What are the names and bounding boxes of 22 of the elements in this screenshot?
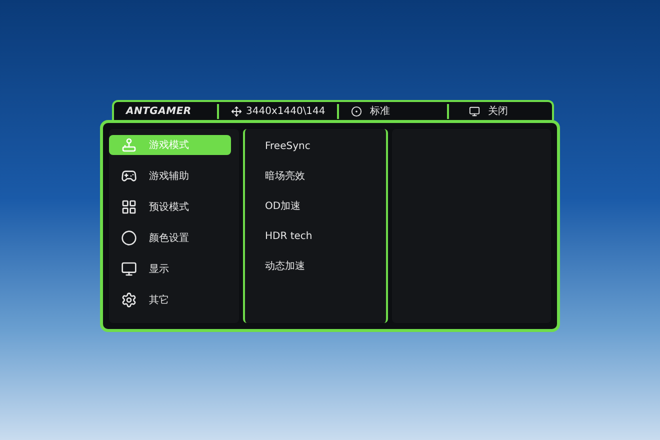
submenu-item[interactable]: HDR tech xyxy=(265,229,386,245)
crosshair-icon xyxy=(231,106,242,116)
target-icon xyxy=(351,106,362,116)
joystick-icon xyxy=(121,137,137,153)
settings-icon xyxy=(121,292,137,308)
resolution-text: 3440x1440\144 xyxy=(246,104,326,118)
menu-item[interactable]: 游戏辅助 xyxy=(109,166,231,186)
submenu-item[interactable]: OD加速 xyxy=(265,199,386,215)
monitor-icon xyxy=(469,106,480,116)
gamepad-icon xyxy=(121,168,137,184)
menu-item[interactable]: 其它 xyxy=(109,290,231,310)
grid-icon xyxy=(121,199,137,215)
submenu-item[interactable]: FreeSync xyxy=(265,139,386,155)
menu-item[interactable]: 预设模式 xyxy=(109,197,231,217)
setting-text: 关闭 xyxy=(488,104,508,118)
monitor-icon xyxy=(121,261,137,277)
submenu-item[interactable]: 动态加速 xyxy=(265,259,386,275)
circle-icon xyxy=(121,230,137,246)
menu-item[interactable]: 显示 xyxy=(109,259,231,279)
submenu-item[interactable]: 暗场亮效 xyxy=(265,169,386,185)
menu-item[interactable]: 颜色设置 xyxy=(109,228,231,248)
mode-text: 标准 xyxy=(370,104,390,118)
